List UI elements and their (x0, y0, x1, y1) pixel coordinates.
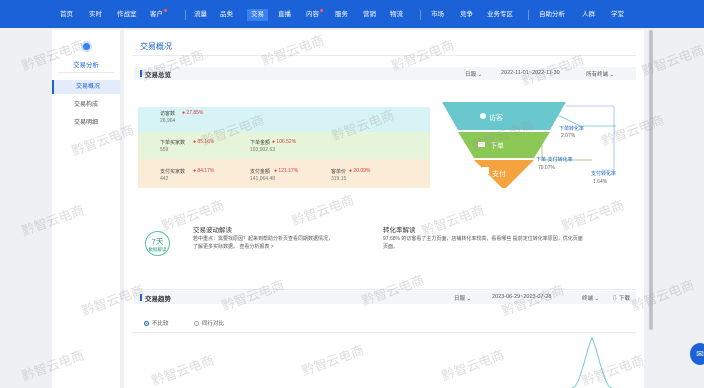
nav-item-5[interactable]: 品类 (220, 9, 233, 21)
order-conv-label: 下单转化率 (559, 126, 585, 132)
nav-item-8[interactable]: 内容 (306, 9, 323, 21)
total-conv-label: 支付转化率 (591, 171, 617, 177)
top-navigation: 首页 实时 作战室 客户 流量 品类 交易 直播 内容 服务 营销 物流 市场 竞争 业务专区 自助分析 人群 学… (0, 0, 704, 28)
total-conv-value: 1.64% (593, 179, 608, 185)
hammer-icon (478, 142, 485, 147)
trend-terminal-select[interactable]: 终端 ⌄ (582, 294, 599, 302)
sidebar-item-detail[interactable]: 交易明细 (52, 116, 120, 130)
nav-item-label: 自助分析 (539, 11, 565, 18)
sidebar-item-composition[interactable]: 交易构成 (52, 98, 120, 112)
nav-item-label: 营销 (363, 11, 376, 18)
nav-item-label: 作战室 (117, 11, 137, 18)
nav-item-label: 交易 (251, 11, 264, 18)
nav-item-14[interactable]: 业务专区 (487, 9, 513, 21)
nav-item-4[interactable]: 流量 (194, 9, 207, 21)
chat-icon[interactable]: ✉ (690, 343, 704, 365)
order-conv-value: 2.07% (561, 133, 576, 139)
trend-chart (571, 336, 613, 388)
funnel-stage-visit: 访客 (489, 115, 503, 122)
nav-item-3[interactable]: 客户 (150, 9, 167, 21)
nav-item-label: 学堂 (611, 11, 624, 18)
conversion-title: 转化率解读 (383, 227, 416, 234)
pay-conv-value: 79.07% (538, 165, 555, 171)
nav-item-label: 服务 (335, 11, 348, 18)
nav-item-label: 竞争 (460, 11, 473, 18)
trend-terminal-label: 终端 (582, 296, 594, 302)
nav-item-15[interactable]: 自助分析 (539, 9, 565, 21)
radio-peer-compare-label: 同行对比 (202, 321, 225, 327)
nav-item-11[interactable]: 物流 (390, 9, 403, 21)
badge-days: 7天 (151, 237, 164, 246)
nav-item-10[interactable]: 营销 (363, 9, 376, 21)
section-divider (132, 289, 636, 290)
nav-item-label: 品类 (220, 11, 233, 18)
nav-item-label: 市场 (431, 11, 444, 18)
nav-item-label: 内容 (306, 11, 319, 18)
nav-item-label: 业务专区 (487, 11, 513, 18)
nav-item-label: 实时 (89, 11, 102, 18)
nav-separator (528, 10, 529, 20)
notification-dot-icon (164, 9, 167, 12)
trend-granularity-label: 日報 (454, 296, 466, 302)
nav-item-1[interactable]: 实时 (89, 9, 102, 21)
download-label: 下载 (619, 296, 631, 302)
fluctuation-line-2: 了解更多实际数据。 查看分析报表 > (193, 244, 274, 250)
wallet-icon (482, 167, 489, 174)
nav-item-label: 流量 (194, 11, 207, 18)
analysis-icon (81, 41, 92, 52)
trend-line (571, 336, 613, 388)
funnel-stage-order: 下单 (490, 143, 504, 150)
trend-section-header: 交易趋势 日報 ⌄ 2023-06-29~2023-07-28 终端 ⌄ ⇩ 下… (134, 291, 636, 304)
chevron-down-icon: ⌄ (594, 296, 600, 302)
funnel-stage-pay: 支付 (492, 171, 506, 178)
nav-item-label: 人群 (582, 11, 595, 18)
sidebar-item-overview[interactable]: 交易概况 (52, 80, 120, 94)
nav-item-label: 物流 (390, 11, 403, 18)
nav-item-9[interactable]: 服务 (335, 9, 348, 21)
nav-item-13[interactable]: 竞争 (460, 9, 473, 21)
pay-conv-label: 下单-支付转化率 (536, 157, 573, 163)
seven-day-badge: 7天 数据解读 (145, 231, 170, 256)
chevron-down-icon: ⌄ (466, 296, 472, 302)
badge-caption: 数据解读 (148, 247, 167, 252)
notification-dot-icon (320, 9, 323, 12)
sidebar-divider (58, 72, 114, 73)
sidebar: 交易分析 交易概况 交易构成 交易明细 (52, 30, 120, 388)
radio-no-compare-label: 不比较 (152, 321, 169, 327)
visitor-icon (480, 113, 486, 119)
nav-item-0[interactable]: 首页 (60, 9, 73, 21)
funnel-visit-layer (442, 102, 566, 130)
fluctuation-line-1: 若中重点：需要找原因？起来到帮助分析页查看同期数据情况， (193, 236, 334, 242)
trend-granularity-select[interactable]: 日報 ⌄ (454, 294, 471, 302)
funnel-order-layer (458, 132, 550, 158)
nav-separator (185, 10, 186, 20)
section-marker (140, 294, 142, 301)
nav-item-7[interactable]: 直播 (278, 9, 291, 21)
sidebar-title: 交易分析 (73, 62, 99, 69)
trend-date-range-picker[interactable]: 2023-06-29~2023-07-28 (492, 294, 551, 300)
nav-item-16[interactable]: 人群 (582, 9, 595, 21)
nav-item-label: 直播 (278, 11, 291, 18)
radio-selected-icon (144, 321, 149, 326)
trend-section-title: 交易趋势 (145, 296, 171, 303)
download-icon: ⇩ (612, 296, 618, 302)
download-button[interactable]: ⇩ 下载 (612, 294, 630, 302)
radio-empty-icon (194, 321, 199, 326)
radio-peer-compare[interactable]: 同行对比 (194, 319, 224, 327)
nav-separator (420, 10, 421, 20)
nav-item-17[interactable]: 学堂 (611, 9, 624, 21)
conversion-line-1: 97.68% 的访客看了主力页面，店铺转化率较高，看看哪些 提前定位转化率原因，… (383, 236, 583, 242)
main-panel: 交易概况 交易总览 日報 ⌄ 2022-11-01~2022-11-30 所有终… (124, 30, 644, 388)
conversion-line-2: 页面。 (383, 244, 399, 250)
nav-item-12[interactable]: 市场 (431, 9, 444, 21)
nav-item-label: 客户 (150, 11, 163, 18)
nav-item-6[interactable]: 交易 (247, 9, 268, 21)
nav-item-2[interactable]: 作战室 (117, 9, 137, 21)
fluctuation-title: 交易波动解读 (193, 227, 232, 234)
vertical-scrollbar[interactable] (649, 30, 653, 330)
nav-item-label: 首页 (60, 11, 73, 18)
radio-no-compare[interactable]: 不比较 (144, 319, 169, 327)
